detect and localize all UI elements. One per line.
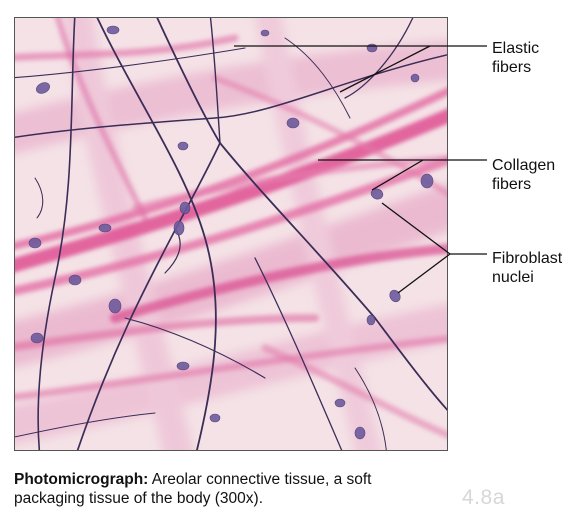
collagen-leader-line bbox=[371, 159, 424, 191]
label-elastic-line2: fibers bbox=[492, 59, 532, 76]
figure-number: 4.8a bbox=[462, 486, 505, 509]
label-fibroblast-line1: Fibroblast bbox=[492, 250, 563, 267]
label-collagen-line2: fibers bbox=[492, 176, 532, 193]
elastic-leader-line bbox=[339, 45, 431, 93]
label-elastic-fibers: Elastic fibers bbox=[492, 39, 539, 77]
label-elastic-line1: Elastic bbox=[492, 40, 540, 57]
label-collagen-line1: Collagen bbox=[492, 157, 556, 174]
label-fibroblast-nuclei: Fibroblast nuclei bbox=[492, 249, 562, 287]
figure-caption: Photomicrograph: Areolar connective tiss… bbox=[14, 470, 444, 508]
fibroblast-leader-line bbox=[381, 202, 451, 255]
label-fibroblast-line2: nuclei bbox=[492, 269, 534, 286]
fibroblast-leader-line bbox=[397, 253, 451, 294]
label-collagen-fibers: Collagen fibers bbox=[492, 156, 555, 194]
caption-lead: Photomicrograph: bbox=[14, 471, 149, 488]
